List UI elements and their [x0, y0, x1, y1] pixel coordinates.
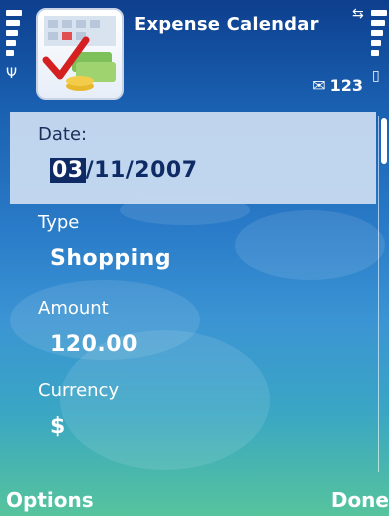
message-count: 123	[329, 76, 363, 95]
date-field[interactable]: Date: 03/11/2007	[10, 112, 376, 204]
expense-form: Date: 03/11/2007 Type Shopping Amount 12…	[10, 112, 376, 460]
envelope-icon: ✉	[312, 76, 326, 95]
currency-label: Currency	[38, 380, 120, 401]
antenna-icon: Ψ	[6, 66, 18, 82]
type-value[interactable]: Shopping	[50, 246, 171, 271]
amount-label: Amount	[38, 298, 109, 319]
scrollbar-thumb[interactable]	[381, 118, 387, 164]
type-label: Type	[38, 212, 80, 233]
currency-value[interactable]: $	[50, 414, 66, 439]
header: Ψ Expense Calendar ⇆ ▯ ✉ 123	[0, 0, 389, 108]
type-field[interactable]: Type Shopping	[10, 204, 376, 292]
scrollbar[interactable]	[378, 116, 387, 472]
date-label: Date:	[38, 124, 88, 145]
message-indicator: ✉ 123	[312, 76, 363, 95]
amount-field[interactable]: Amount 120.00	[10, 292, 376, 376]
amount-value[interactable]: 120.00	[50, 332, 138, 357]
battery-level-icon	[371, 10, 387, 60]
signal-strength-icon	[6, 10, 22, 60]
date-value[interactable]: 03/11/2007	[50, 158, 198, 183]
currency-field[interactable]: Currency $	[10, 376, 376, 460]
app-icon	[36, 8, 124, 100]
battery-icon: ▯	[372, 68, 380, 84]
done-softkey[interactable]: Done	[331, 488, 389, 512]
date-rest: /11/2007	[85, 158, 198, 183]
app-title: Expense Calendar	[134, 14, 319, 35]
options-softkey[interactable]: Options	[6, 488, 94, 512]
connection-icon: ⇆	[352, 6, 364, 22]
date-selected-segment[interactable]: 03	[50, 158, 86, 183]
